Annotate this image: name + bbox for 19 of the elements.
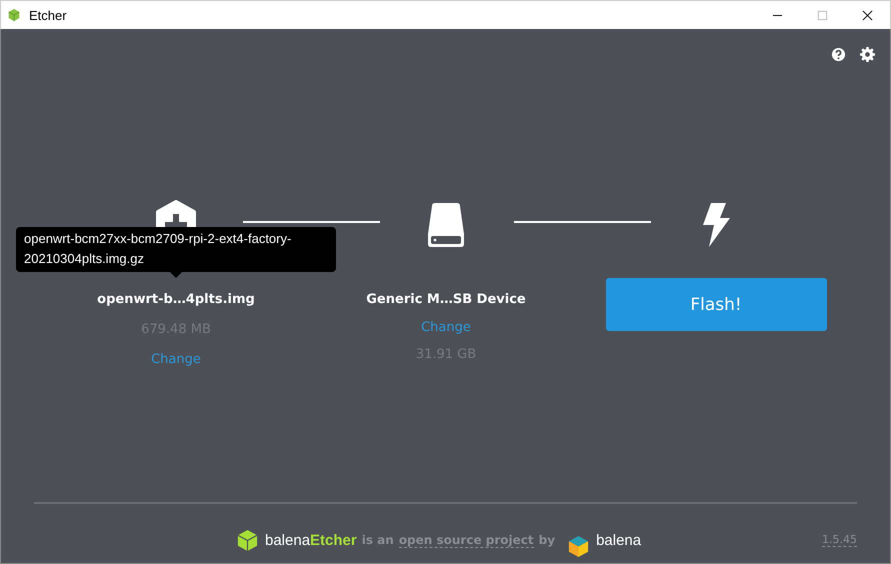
help-icon[interactable] [831,47,846,62]
tagline-text: by [538,533,556,547]
change-link[interactable]: Change [151,352,201,367]
close-icon[interactable] [862,10,873,20]
filename-tooltip: openwrt-bcm27xx-bcm2709-rpi-2-ext4-factory-20210304plts.img.gz [16,227,336,278]
version-link[interactable]: 1.5.45 [822,533,857,547]
cube-logo-icon [567,535,590,558]
window-title: Etcher [29,8,67,22]
cube-logo-icon [236,528,259,552]
change-link[interactable]: Change [421,320,471,335]
image-name: openwrt-b…4plts.img [97,292,255,307]
company-name: balena [596,532,642,548]
settings-icon[interactable] [860,47,875,62]
open-source-link[interactable]: open source project [398,532,534,548]
tagline-text: is an [362,533,394,547]
drive-name: Generic M…SB Device [366,292,526,307]
brand-name: balenaEtcher [265,532,357,548]
app-icon [7,8,21,22]
flash-button[interactable]: Flash! [606,278,826,331]
